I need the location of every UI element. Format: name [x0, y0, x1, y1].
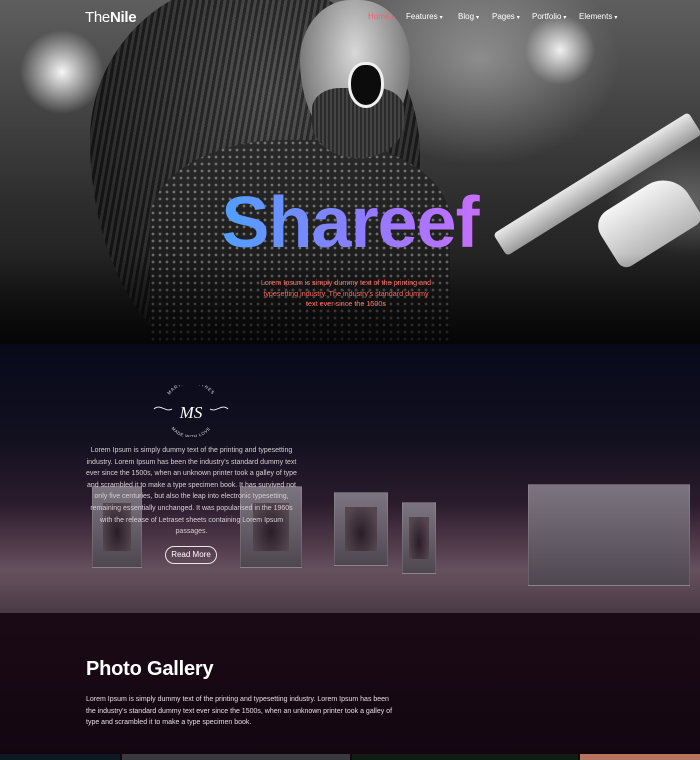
nav-item-label: Portfolio	[532, 12, 562, 21]
hero-photo-mouth	[348, 62, 384, 108]
gallery-thumbnail[interactable]	[352, 754, 578, 760]
nav-item-blog[interactable]: Blog ▾	[458, 12, 479, 21]
nav-item-label: Elements	[579, 12, 613, 21]
hero-subtitle: Lorem Ipsum is simply dummy text of the …	[260, 278, 432, 308]
nav-item-label: Pages	[492, 12, 515, 21]
read-more-button[interactable]: Read More	[165, 546, 217, 564]
background-poster	[334, 492, 388, 566]
chevron-down-icon: ▾	[614, 15, 618, 21]
gallery-section	[0, 613, 700, 760]
signature-monogram: MS	[179, 403, 203, 422]
signature-bottom-text: MADE WITH LOVE	[171, 426, 211, 437]
nav-item-features[interactable]: Features ▾	[406, 12, 443, 21]
signature-top-text: MARTHA SMITHES	[166, 385, 215, 396]
gallery-title: Photo Gallery	[86, 658, 214, 680]
chevron-down-icon: ▾	[476, 15, 480, 21]
svg-text:MADE WITH LOVE: MADE WITH LOVE	[171, 426, 212, 437]
about-body-text: Lorem Ipsum is simply dummy text of the …	[86, 447, 297, 536]
chevron-down-icon: ▾	[439, 15, 443, 21]
gallery-thumbnail[interactable]	[0, 754, 120, 760]
nav-item-label: Home	[368, 12, 390, 21]
chevron-down-icon: ▾	[391, 15, 395, 21]
logo-bold-text: Nile	[109, 9, 137, 26]
nav-item-elements[interactable]: Elements ▾	[579, 12, 617, 21]
gallery-thumbnail[interactable]	[122, 754, 350, 760]
nav-item-home[interactable]: Home ▾	[368, 12, 394, 21]
nav-item-portfolio[interactable]: Portfolio ▾	[532, 12, 566, 21]
gallery-thumbnail[interactable]	[580, 754, 700, 760]
logo-light-text: The	[85, 9, 110, 26]
background-poster	[402, 502, 436, 574]
background-video-screen	[528, 484, 690, 586]
nav-item-pages[interactable]: Pages ▾	[492, 12, 520, 21]
signature-logo: MARTHA SMITHES MS MADE WITH LOVE	[153, 385, 229, 437]
nav-item-label: Blog	[458, 12, 475, 21]
chevron-down-icon: ▾	[563, 15, 567, 21]
site-logo[interactable]: TheNile	[85, 9, 137, 26]
nav-item-label: Features	[406, 12, 438, 21]
gallery-intro-text: Lorem Ipsum is simply dummy text of the …	[86, 696, 393, 726]
svg-text:MARTHA SMITHES: MARTHA SMITHES	[166, 385, 216, 396]
chevron-down-icon: ▾	[516, 15, 520, 21]
hero-title: Shareef	[0, 178, 700, 268]
